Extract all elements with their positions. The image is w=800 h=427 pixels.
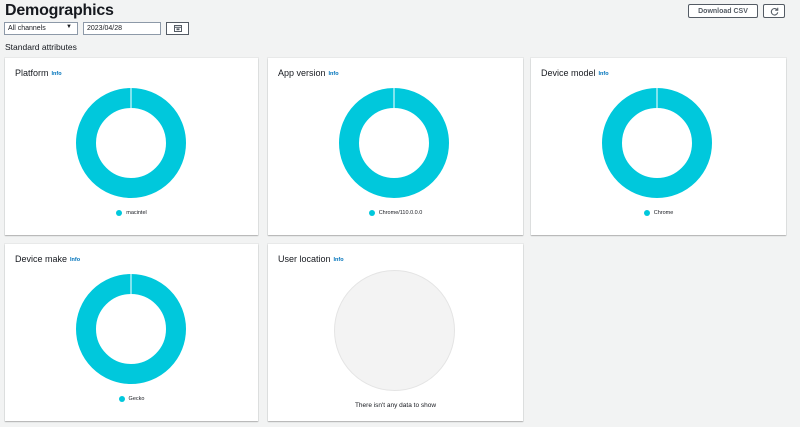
card-title-text: Device make (15, 254, 68, 264)
calendar-button[interactable] (166, 22, 189, 35)
caret-down-icon: ▼ (66, 24, 72, 30)
chart-legend: Chrome/110.0.0.0 (268, 210, 523, 216)
donut-slice[interactable] (76, 274, 186, 384)
legend-label: Chrome (653, 210, 674, 216)
info-link[interactable]: Info (329, 71, 339, 77)
device-model-donut (602, 88, 712, 198)
chart-legend: Gecko (5, 396, 258, 402)
card-title-text: App version (278, 68, 326, 78)
refresh-button[interactable] (763, 4, 785, 18)
legend-label: Chrome/110.0.0.0 (378, 210, 423, 216)
legend-label: Gecko (128, 396, 145, 402)
card-title: Device model Info (541, 68, 609, 78)
app-version-card: App version Info Chrome/110.0.0.0 (268, 58, 523, 235)
donut-slice[interactable] (602, 88, 712, 198)
legend-swatch (643, 210, 650, 216)
top-actions: Download CSV (688, 4, 785, 18)
user-location-card: User location Info There isn't any data t… (268, 244, 523, 421)
empty-state-message: There isn't any data to show (354, 402, 437, 409)
donut-slice[interactable] (76, 88, 186, 198)
info-link[interactable]: Info (599, 71, 609, 77)
section-title: Standard attributes (5, 42, 77, 52)
card-title-text: Device model (541, 68, 596, 78)
device-make-card: Device make Info Gecko (5, 244, 258, 421)
card-title-text: User location (278, 254, 331, 264)
device-model-card: Device model Info Chrome (531, 58, 786, 235)
chart-legend: Chrome (531, 210, 786, 216)
platform-card: Platform Info macintel (5, 58, 258, 235)
info-link[interactable]: Info (334, 257, 344, 263)
page-title: Demographics (5, 2, 114, 19)
legend-swatch (116, 210, 123, 216)
info-link[interactable]: Info (52, 71, 62, 77)
card-title: Device make Info (15, 254, 80, 264)
card-title-text: Platform (15, 68, 49, 78)
info-link[interactable]: Info (70, 257, 80, 263)
calendar-icon (173, 25, 182, 32)
app-version-donut (339, 88, 449, 198)
card-title: User location Info (278, 254, 344, 264)
filter-controls: All channels ▼ 2023/04/28 (4, 22, 189, 35)
chart-legend: macintel (5, 210, 258, 216)
download-csv-button[interactable]: Download CSV (688, 4, 758, 18)
refresh-icon (770, 7, 778, 16)
legend-label: macintel (126, 210, 147, 216)
legend-swatch (368, 210, 375, 216)
legend-swatch (118, 396, 125, 402)
platform-donut (76, 88, 186, 198)
channel-select-value: All channels (8, 25, 46, 32)
donut-slice[interactable] (339, 88, 449, 198)
device-make-donut (76, 274, 186, 384)
card-title: App version Info (278, 68, 339, 78)
empty-map-placeholder (334, 270, 455, 391)
date-input[interactable]: 2023/04/28 (83, 22, 161, 35)
card-title: Platform Info (15, 68, 62, 78)
channel-select[interactable]: All channels ▼ (4, 22, 78, 35)
